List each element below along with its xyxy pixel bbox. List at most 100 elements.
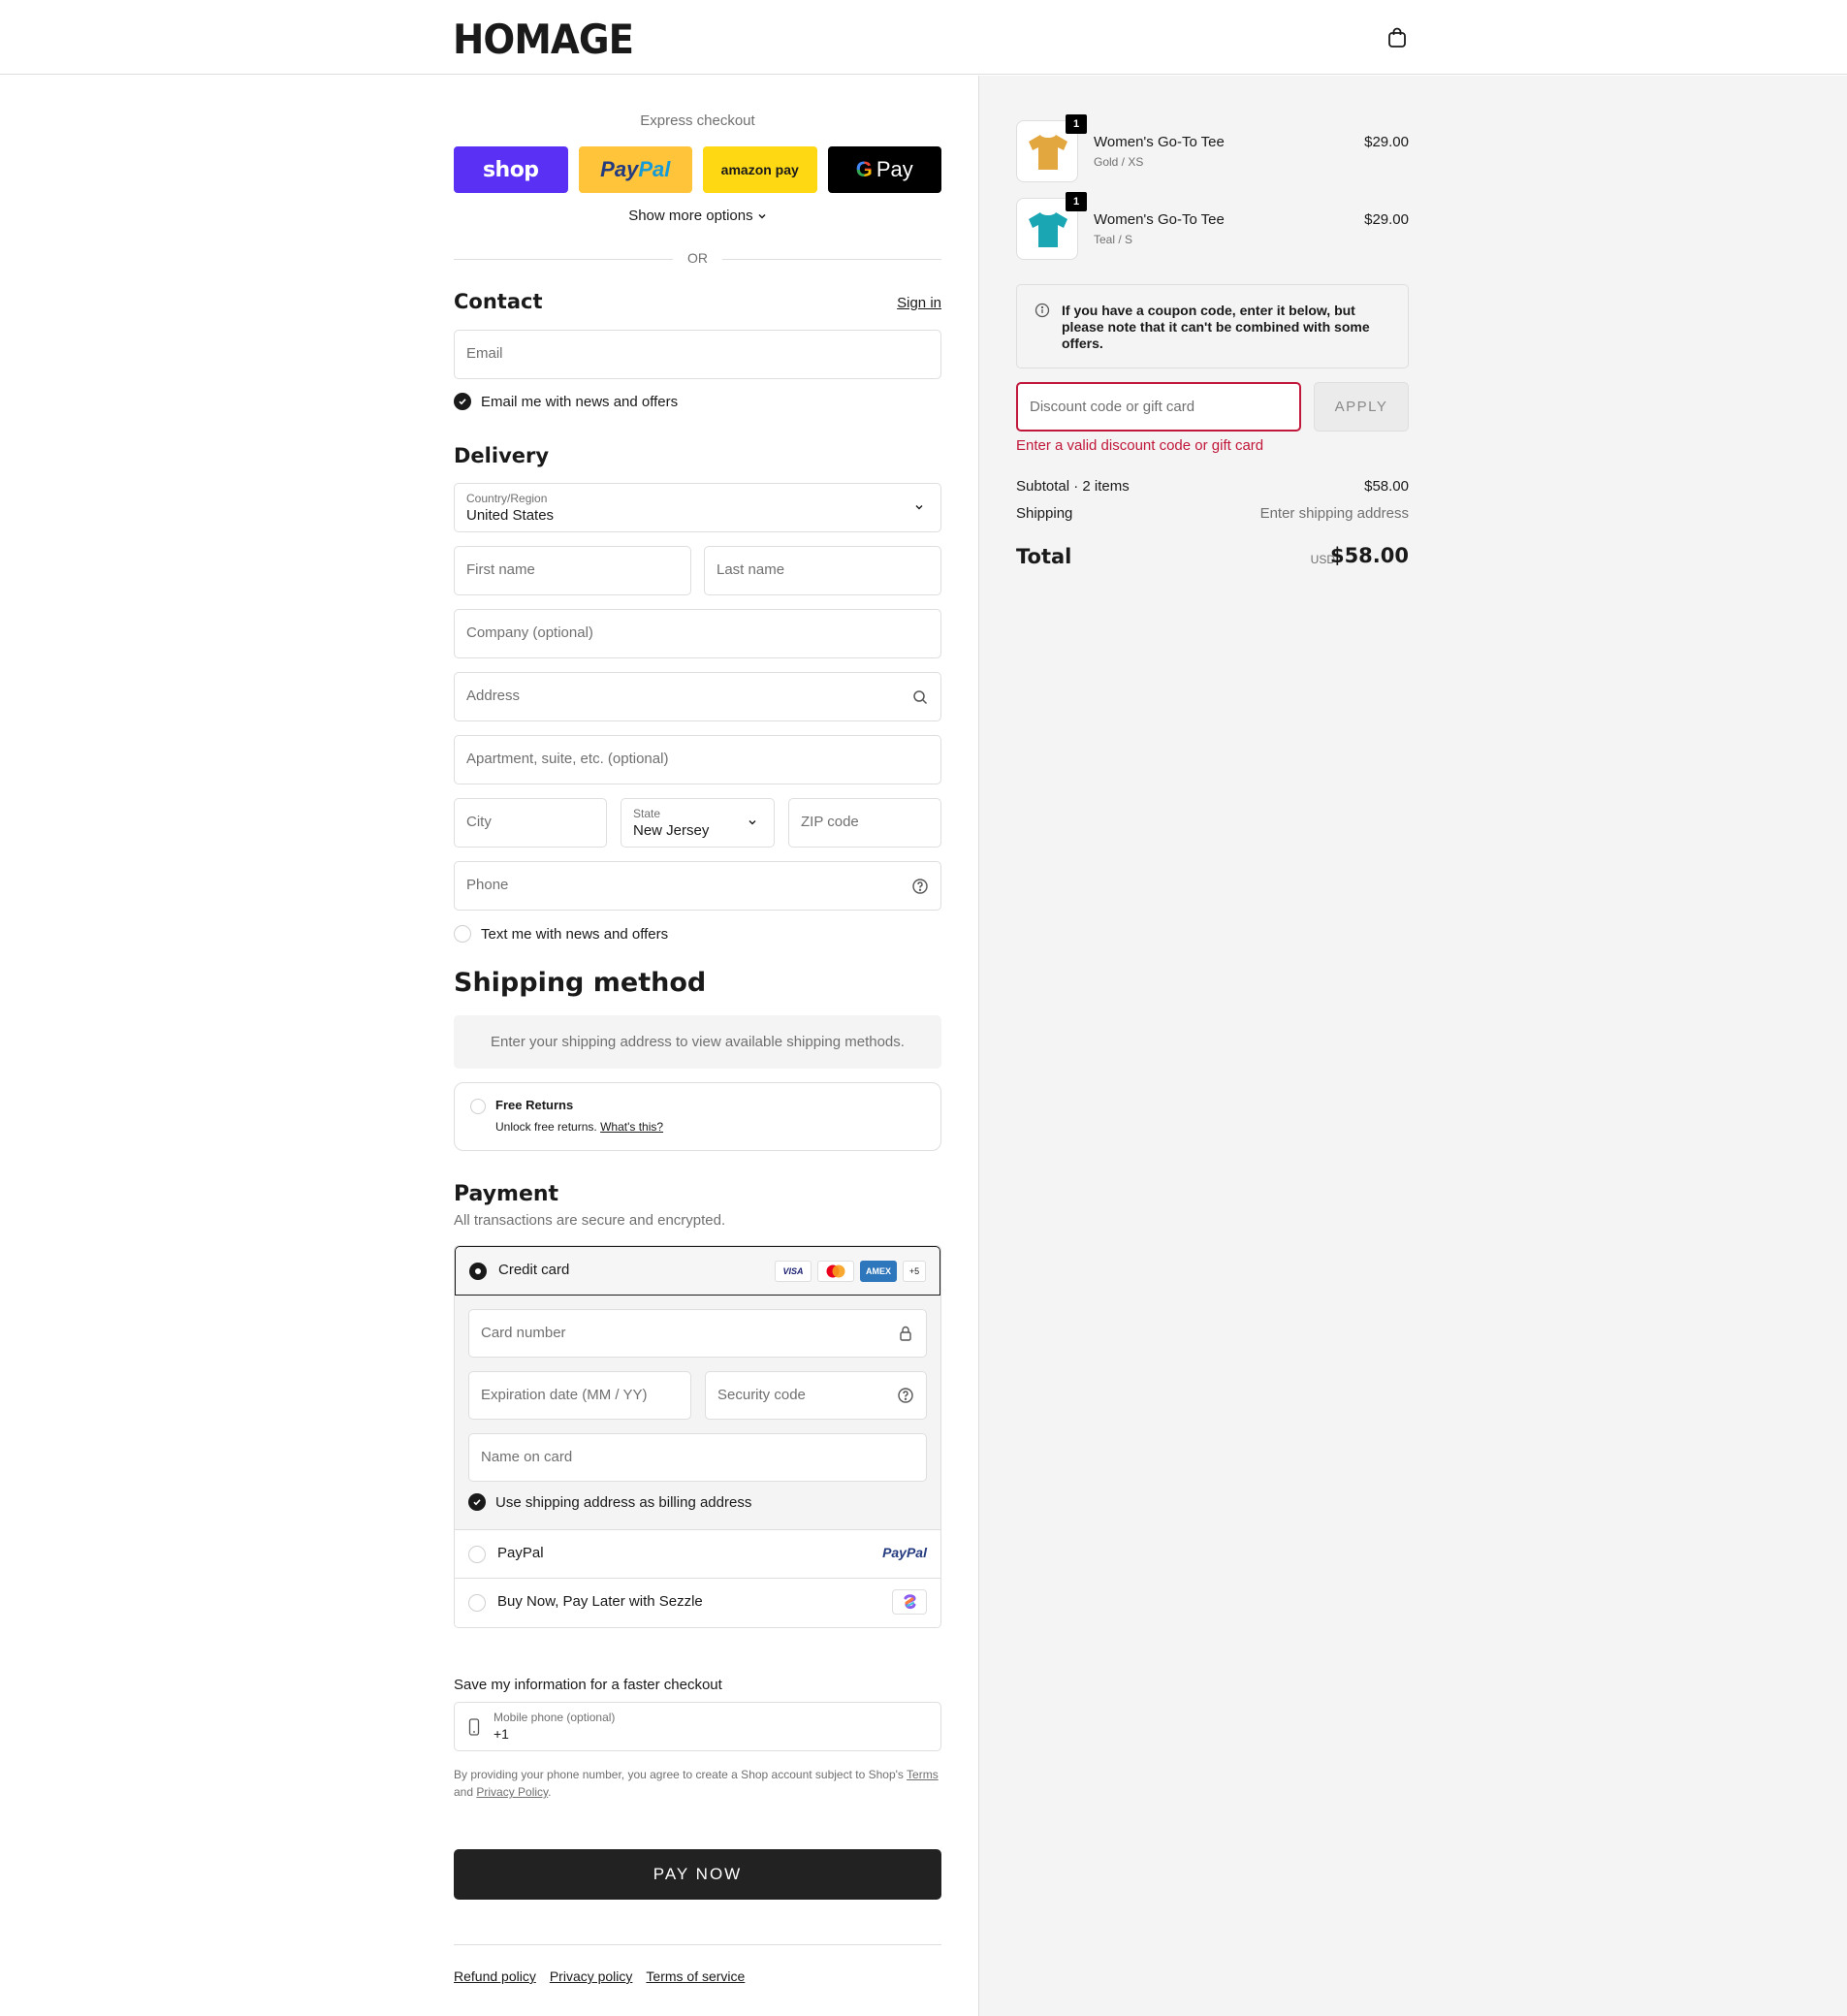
discount-code-field[interactable]: Discount code or gift card [1016, 382, 1301, 432]
shop-terms-text: By providing your phone number, you agre… [454, 1766, 941, 1801]
shop-pay-label: shop [482, 157, 539, 182]
total-row: Total USD $58.00 [1016, 543, 1409, 572]
country-label: Country/Region [466, 492, 548, 505]
refund-policy-link[interactable]: Refund policy [454, 1968, 536, 1984]
credit-card-option[interactable]: Credit card VISA AMEX +5 [455, 1246, 940, 1296]
paypal-logo-part2: Pal [638, 157, 671, 181]
state-select[interactable]: State New Jersey [621, 798, 775, 848]
whats-this-link[interactable]: What's this? [600, 1120, 663, 1134]
email-placeholder: Email [466, 345, 503, 362]
email-opt-in-checkbox[interactable]: Email me with news and offers [454, 393, 678, 410]
sezzle-option[interactable]: Buy Now, Pay Later with Sezzle [455, 1579, 940, 1627]
payment-methods: Credit card VISA AMEX +5 Card number Exp… [454, 1245, 941, 1628]
mobile-phone-field[interactable]: Mobile phone (optional) +1 [454, 1702, 941, 1751]
apply-discount-button[interactable]: APPLY [1314, 382, 1409, 432]
subtotal-row: Subtotal · 2 items $58.00 [1016, 478, 1409, 495]
discount-placeholder: Discount code or gift card [1030, 399, 1195, 415]
terms-and: and [454, 1785, 474, 1799]
email-opt-in-label: Email me with news and offers [481, 393, 679, 410]
item-price: $29.00 [1364, 134, 1409, 150]
info-icon [1035, 303, 1050, 318]
first-name-field[interactable]: First name [454, 546, 691, 595]
city-placeholder: City [466, 814, 492, 830]
footer-divider [454, 1944, 941, 1945]
discount-error-message: Enter a valid discount code or gift card [1016, 437, 1264, 454]
name-on-card-placeholder: Name on card [481, 1449, 573, 1465]
security-code-field[interactable]: Security code [705, 1371, 927, 1420]
name-on-card-field[interactable]: Name on card [468, 1433, 927, 1482]
state-label: State [633, 807, 661, 820]
item-price: $29.00 [1364, 211, 1409, 228]
lock-icon [900, 1326, 911, 1341]
homage-logo[interactable]: HOMAGE [453, 16, 634, 63]
radio-empty-icon [468, 1546, 486, 1563]
security-code-placeholder: Security code [717, 1387, 806, 1403]
address-field[interactable]: Address [454, 672, 941, 721]
expiration-placeholder: Expiration date (MM / YY) [481, 1387, 648, 1403]
paypal-express-button[interactable]: Pay Pal [578, 146, 692, 193]
chevron-down-icon [915, 505, 923, 510]
last-name-field[interactable]: Last name [704, 546, 941, 595]
or-divider: OR [454, 250, 941, 268]
email-field[interactable]: Email [454, 330, 941, 379]
shopping-bag-icon[interactable] [1385, 26, 1409, 49]
header: HOMAGE [0, 0, 1847, 75]
checkmark-icon [468, 1493, 486, 1511]
item-name: Women's Go-To Tee [1094, 211, 1225, 228]
zip-field[interactable]: ZIP code [788, 798, 941, 848]
total-label: Total [1016, 545, 1072, 568]
radio-empty-icon [468, 1594, 486, 1612]
phone-field[interactable]: Phone [454, 861, 941, 911]
paypal-option[interactable]: PayPal PayPal [455, 1530, 940, 1579]
pay-now-button[interactable]: PAY NOW [454, 1849, 941, 1900]
city-field[interactable]: City [454, 798, 607, 848]
sms-opt-in-checkbox[interactable]: Text me with news and offers [454, 925, 668, 943]
sign-in-link[interactable]: Sign in [897, 295, 941, 311]
credit-card-label: Credit card [498, 1262, 570, 1278]
chevron-down-icon [748, 820, 756, 825]
amex-icon: AMEX [860, 1261, 897, 1282]
card-number-field[interactable]: Card number [468, 1309, 927, 1358]
terms-link[interactable]: Terms [907, 1768, 939, 1781]
paypal-logo-part1: Pay [600, 157, 639, 181]
billing-same-checkbox[interactable]: Use shipping address as billing address [468, 1493, 751, 1511]
google-pay-label: Pay [876, 157, 913, 181]
cart-item: 1 Women's Go-To Tee Gold / XS $29.00 [1016, 114, 1409, 182]
privacy-policy-link[interactable]: Privacy Policy [476, 1785, 548, 1799]
show-more-options-link[interactable]: Show more options [454, 208, 941, 224]
help-icon[interactable] [897, 1387, 914, 1404]
search-icon [913, 690, 928, 705]
mobile-phone-icon [468, 1718, 480, 1736]
show-more-options-label: Show more options [628, 208, 753, 224]
privacy-policy-footer-link[interactable]: Privacy policy [550, 1968, 633, 1984]
express-checkout-title: Express checkout [640, 112, 755, 129]
help-icon[interactable] [911, 878, 929, 895]
free-returns-text: Unlock free returns. What's this? [495, 1120, 663, 1134]
google-pay-button[interactable]: G Pay [827, 146, 941, 193]
total-value: $58.00 [1329, 544, 1409, 567]
free-returns-option[interactable]: Free Returns Unlock free returns. What's… [454, 1082, 941, 1151]
shop-pay-button[interactable]: shop [454, 146, 568, 193]
payment-subtitle: All transactions are secure and encrypte… [454, 1212, 726, 1229]
footer-links: Refund policy Privacy policy Terms of se… [454, 1968, 745, 1984]
quantity-badge: 1 [1066, 114, 1087, 134]
sms-opt-in-label: Text me with news and offers [481, 925, 669, 943]
payment-title: Payment [454, 1182, 559, 1206]
sezzle-icon [892, 1589, 927, 1615]
card-logos: VISA AMEX +5 [775, 1261, 926, 1282]
amazon-pay-button[interactable]: amazon pay [703, 146, 817, 193]
coupon-notice: If you have a coupon code, enter it belo… [1016, 284, 1409, 368]
amazon-pay-label: amazon pay [720, 162, 799, 177]
subtotal-label: Subtotal · 2 items [1016, 478, 1130, 495]
terms-of-service-link[interactable]: Terms of service [646, 1968, 745, 1984]
company-field[interactable]: Company (optional) [454, 609, 941, 658]
zip-placeholder: ZIP code [801, 814, 859, 830]
apartment-field[interactable]: Apartment, suite, etc. (optional) [454, 735, 941, 784]
item-variant: Gold / XS [1094, 155, 1144, 169]
quantity-badge: 1 [1066, 192, 1087, 211]
expiration-date-field[interactable]: Expiration date (MM / YY) [468, 1371, 691, 1420]
mobile-phone-prefix: +1 [494, 1726, 509, 1742]
delivery-title: Delivery [454, 444, 550, 467]
country-select[interactable]: Country/Region United States [454, 483, 941, 532]
visa-icon: VISA [775, 1261, 812, 1282]
